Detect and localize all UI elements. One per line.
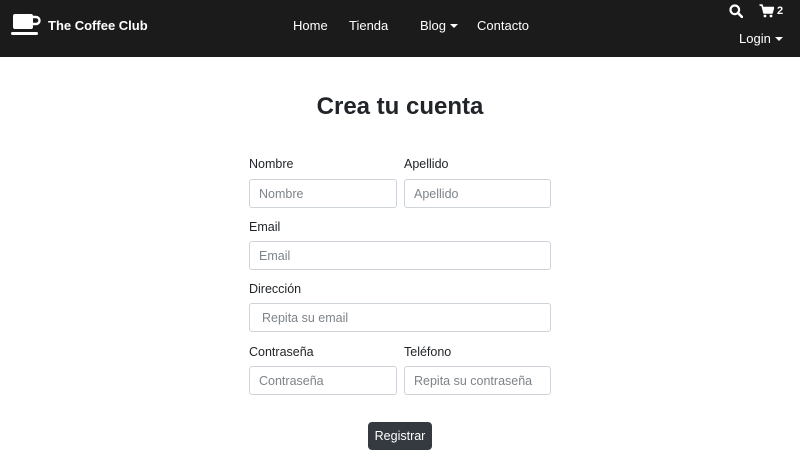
caret-down-icon [774,37,783,41]
nav-contact-link[interactable]: Contacto [477,17,529,35]
cart-icon [759,4,774,18]
navbar: The Coffee Club Home Tienda Blog Contact… [0,0,800,57]
phone-label: Teléfono [404,345,452,359]
register-button[interactable]: Registrar [368,422,432,450]
address-label: Dirección [249,282,302,296]
search-button[interactable] [729,4,743,18]
nav-shop-link[interactable]: Tienda [349,17,388,35]
brand-link[interactable]: The Coffee Club [11,12,148,38]
nav-blog-label: Blog [420,18,447,33]
first-name-label: Nombre [249,157,294,171]
first-name-input[interactable] [249,179,397,208]
caret-down-icon [450,24,459,28]
email-input[interactable] [249,241,551,270]
brand-name: The Coffee Club [48,17,148,33]
login-dropdown[interactable]: Login [739,30,783,48]
nav-home-link[interactable]: Home [293,17,328,35]
password-input[interactable] [249,366,397,395]
page-title: Crea tu cuenta [316,93,484,120]
cart-count-badge: 2 [777,5,784,17]
last-name-input[interactable] [404,179,551,208]
email-label: Email [249,220,281,234]
login-label: Login [739,31,771,46]
last-name-label: Apellido [404,157,449,171]
password-label: Contraseña [249,345,314,359]
nav-blog-dropdown[interactable]: Blog [420,17,459,35]
address-input[interactable] [249,303,551,332]
phone-input[interactable] [404,366,551,395]
search-icon [729,4,743,18]
coffee-cup-icon [11,13,41,37]
cart-button[interactable]: 2 [759,4,783,18]
